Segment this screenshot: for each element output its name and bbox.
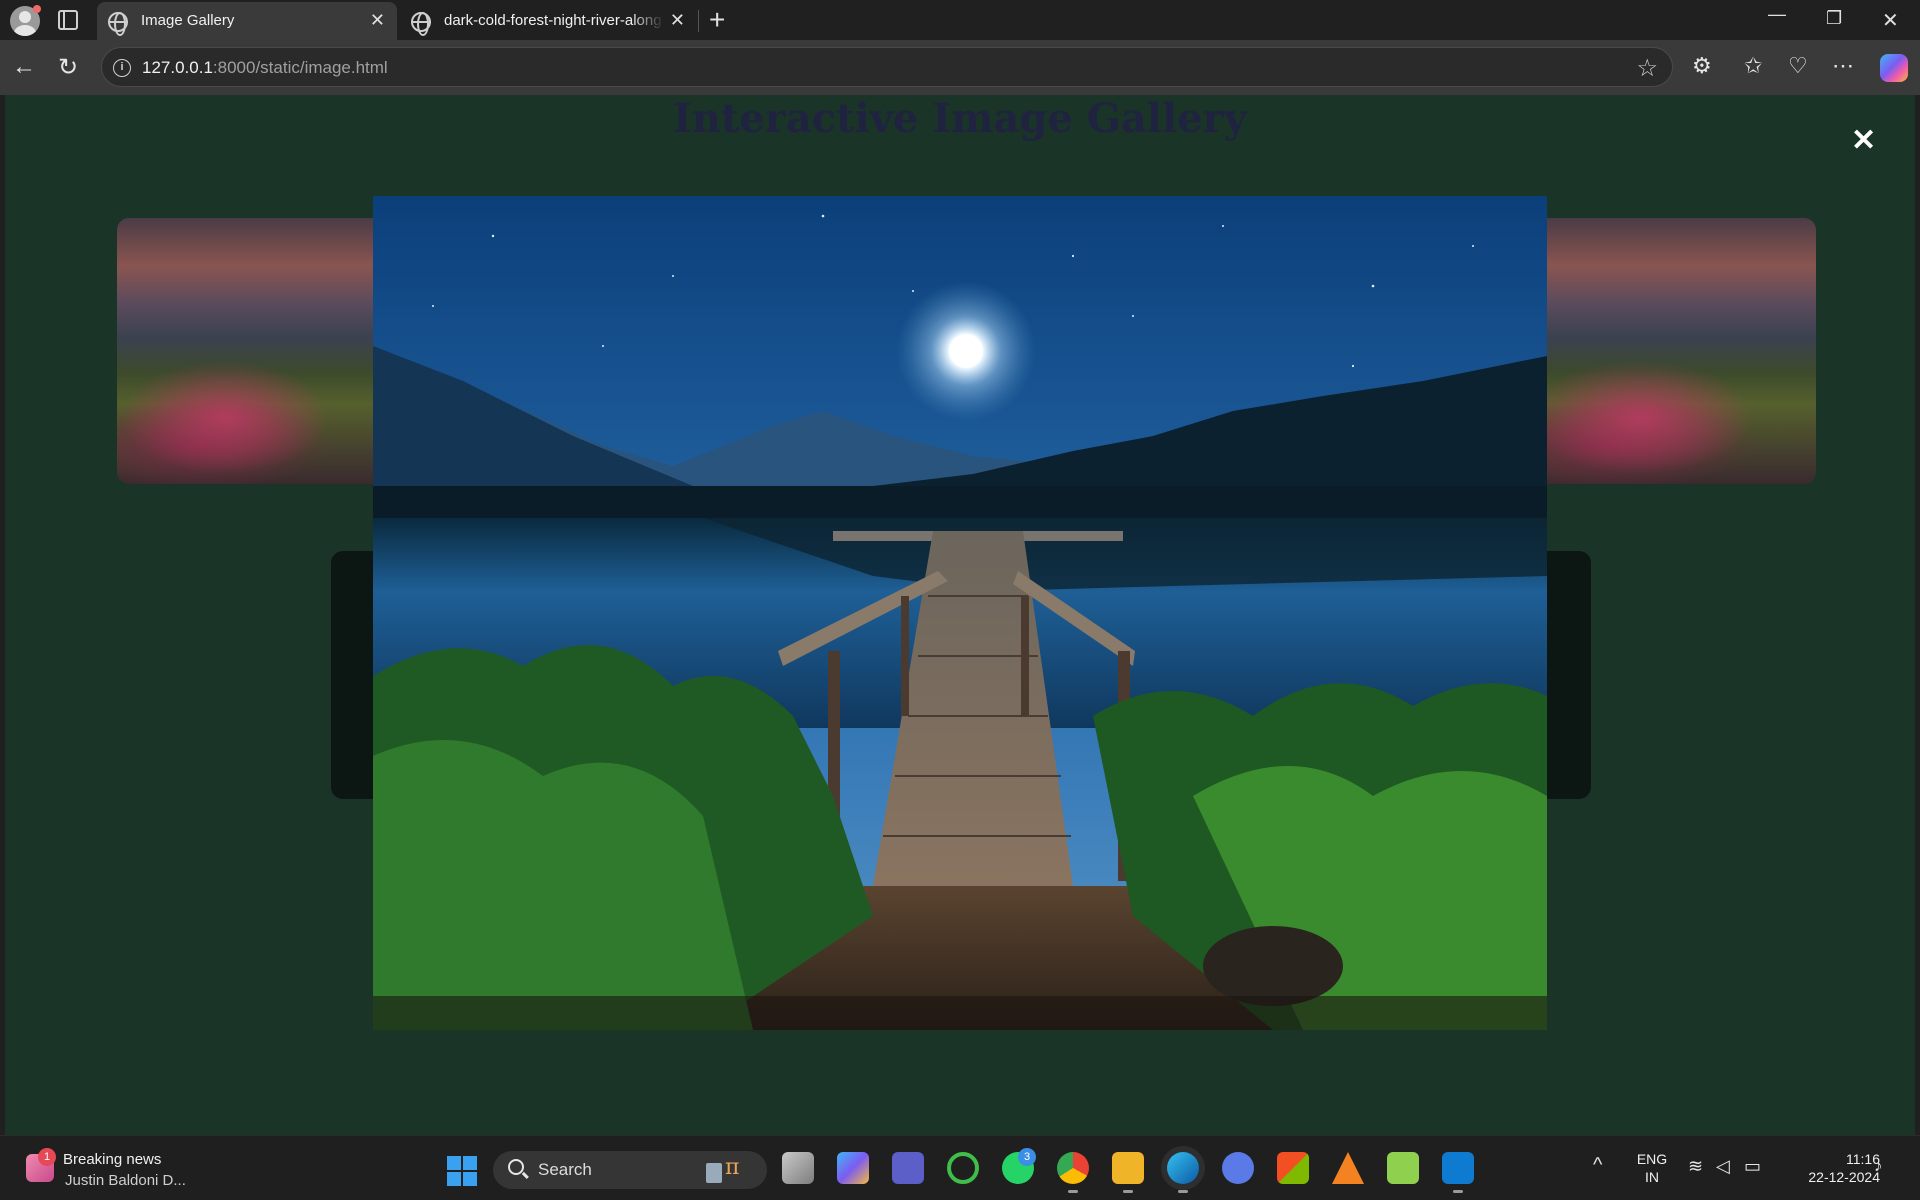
tab-image-gallery[interactable]: Image Gallery ✕ — [97, 2, 397, 40]
page-title: Interactive Image Gallery — [673, 95, 1247, 142]
address-url[interactable]: 127.0.0.1:8000/static/image.html — [142, 58, 388, 78]
file-explorer-icon[interactable] — [1112, 1152, 1144, 1193]
calculator-icon — [706, 1163, 722, 1183]
news-title[interactable]: Breaking news — [63, 1151, 161, 1168]
search-icon — [508, 1159, 524, 1175]
tab-title: Image Gallery — [141, 12, 235, 29]
news-badge: 1 — [38, 1148, 56, 1166]
tab-forest-image[interactable]: dark-cold-forest-night-river-along ✕ — [400, 2, 697, 40]
windows-start-icon[interactable] — [447, 1156, 477, 1186]
gallery-thumbnail[interactable] — [1523, 218, 1816, 484]
notes-app-icon[interactable] — [1387, 1152, 1419, 1184]
copilot-icon[interactable] — [1880, 54, 1908, 82]
arc-app-icon[interactable] — [1222, 1152, 1254, 1184]
tab-strip: Image Gallery ✕ dark-cold-forest-night-r… — [0, 0, 1920, 40]
task-view-icon[interactable] — [782, 1152, 814, 1184]
search-label: Search — [538, 1160, 592, 1179]
refresh-app-icon[interactable] — [947, 1152, 979, 1184]
copilot-app-icon[interactable] — [837, 1152, 869, 1184]
wifi-icon[interactable]: ≋ — [1688, 1156, 1703, 1177]
more-icon[interactable]: ⋯ — [1832, 53, 1854, 79]
windows-taskbar: 1 Breaking news Justin Baldoni D... Sear… — [0, 1135, 1920, 1200]
microsoft-store-icon[interactable] — [1277, 1152, 1309, 1184]
back-arrow-icon[interactable]: ← — [12, 53, 36, 81]
minimize-button[interactable]: — — [1768, 4, 1786, 25]
math-pi-icon: π — [725, 1155, 740, 1180]
notification-bell-icon[interactable]: ♪ — [1874, 1156, 1883, 1176]
battery-icon[interactable]: ▭ — [1744, 1156, 1761, 1177]
puzzle-icon[interactable]: ⚙ — [1692, 53, 1712, 79]
star-icon[interactable]: ☆ — [1636, 54, 1658, 83]
new-tab-button[interactable]: + — [709, 4, 725, 36]
lightbox-image — [373, 196, 1547, 1030]
close-lightbox-button[interactable]: ✕ — [1851, 123, 1876, 158]
speaker-muted-icon[interactable]: ◁ — [1716, 1156, 1730, 1177]
tab-close-icon[interactable]: ✕ — [370, 10, 385, 31]
reload-icon[interactable]: ↻ — [58, 53, 78, 82]
teams-icon[interactable] — [892, 1152, 924, 1184]
language-indicator[interactable]: ENG IN — [1634, 1150, 1670, 1186]
tab-title: dark-cold-forest-night-river-along — [444, 12, 662, 29]
gallery-page: Interactive Image Gallery ✕ — [5, 95, 1915, 1135]
vscode-icon[interactable] — [1442, 1152, 1474, 1193]
browser-essentials-icon[interactable]: ♡ — [1788, 53, 1808, 79]
clock[interactable]: 11:16 22-12-2024 — [1780, 1150, 1880, 1186]
globe-icon — [411, 12, 431, 36]
whatsapp-badge: 3 — [1018, 1148, 1036, 1166]
favorites-icon[interactable]: ✩ — [1744, 53, 1762, 79]
taskbar-search[interactable]: Search π — [493, 1151, 767, 1189]
address-bar[interactable]: i 127.0.0.1:8000/static/image.html ☆ — [101, 47, 1673, 87]
vlc-icon[interactable] — [1332, 1152, 1364, 1184]
tab-actions-icon[interactable] — [58, 10, 78, 30]
edge-icon[interactable] — [1167, 1152, 1199, 1193]
close-window-button[interactable]: ✕ — [1882, 8, 1899, 33]
globe-icon — [108, 12, 128, 36]
chrome-icon[interactable] — [1057, 1152, 1089, 1193]
profile-notification-dot — [33, 5, 41, 13]
news-subtitle[interactable]: Justin Baldoni D... — [65, 1172, 186, 1189]
browser-toolbar: ← ↻ i 127.0.0.1:8000/static/image.html ☆… — [0, 40, 1920, 95]
chevron-up-icon[interactable]: ^ — [1593, 1154, 1602, 1177]
gallery-thumbnail[interactable] — [117, 218, 387, 484]
site-info-icon[interactable]: i — [113, 59, 131, 77]
restore-button[interactable]: ❐ — [1826, 8, 1842, 29]
tab-close-icon[interactable]: ✕ — [670, 10, 685, 31]
tab-divider — [698, 10, 699, 32]
